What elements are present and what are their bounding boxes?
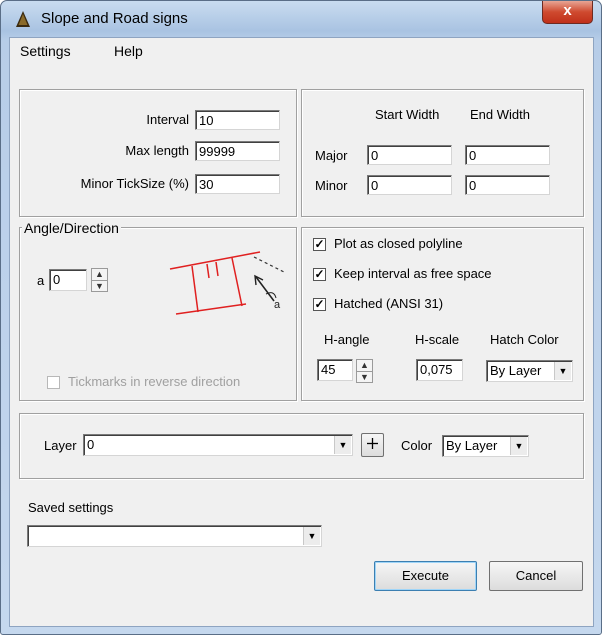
chevron-down-icon[interactable]: ▼ <box>554 362 571 380</box>
execute-button[interactable]: Execute <box>374 561 477 591</box>
reverse-label: Tickmarks in reverse direction <box>68 374 241 389</box>
spin-up-icon[interactable]: ▲ <box>92 269 107 280</box>
saved-settings-select[interactable]: ▼ <box>27 525 322 547</box>
color-value: By Layer <box>446 438 498 453</box>
closed-polyline-label: Plot as closed polyline <box>334 236 463 251</box>
free-space-checkbox[interactable]: ✓ <box>313 268 326 281</box>
menu-bar: Settings Help <box>10 38 593 64</box>
end-width-header: End Width <box>470 107 530 122</box>
closed-polyline-checkbox[interactable]: ✓ <box>313 238 326 251</box>
minortick-input[interactable]: 30 <box>195 174 280 194</box>
hatchcolor-value: By Layer <box>490 363 542 378</box>
title-bar[interactable]: Slope and Road signs x <box>1 1 601 37</box>
angle-group: Angle/Direction a 0 ▲ ▼ a Tickmarks in r… <box>19 220 297 401</box>
options-group: ✓ Plot as closed polyline ✓ Keep interva… <box>301 227 584 401</box>
minor-end-input[interactable]: 0 <box>465 175 550 195</box>
minortick-label: Minor TickSize (%) <box>80 176 189 191</box>
warning-cone-icon <box>16 11 30 27</box>
maxlength-input[interactable]: 99999 <box>195 141 280 161</box>
layer-label: Layer <box>44 438 77 453</box>
hatchcolor-select[interactable]: By Layer ▼ <box>486 360 573 382</box>
menu-settings[interactable]: Settings <box>20 43 71 59</box>
hscale-label: H-scale <box>415 332 460 347</box>
params-group: Interval 10 Max length 99999 Minor TickS… <box>19 89 297 217</box>
dialog-window: Slope and Road signs x Settings Help Int… <box>0 0 602 635</box>
hscale-input[interactable]: 0,075 <box>416 359 463 381</box>
hatched-label: Hatched (ANSI 31) <box>334 296 444 311</box>
angle-a-label: a <box>37 273 45 288</box>
angle-spinner[interactable]: ▲ ▼ <box>91 268 108 292</box>
direction-preview-icon: a <box>169 251 285 315</box>
minor-start-input[interactable]: 0 <box>367 175 452 195</box>
angle-input[interactable]: 0 <box>49 269 87 291</box>
spin-down-icon[interactable]: ▼ <box>92 280 107 292</box>
reverse-checkbox[interactable] <box>47 376 60 389</box>
spin-down-icon[interactable]: ▼ <box>357 371 372 383</box>
pick-layer-button[interactable] <box>361 433 384 457</box>
major-start-input[interactable]: 0 <box>367 145 452 165</box>
hangle-label: H-angle <box>324 332 370 347</box>
layer-select[interactable]: 0 ▼ <box>83 434 353 456</box>
hatched-checkbox[interactable]: ✓ <box>313 298 326 311</box>
minor-label: Minor <box>315 178 348 193</box>
spin-up-icon[interactable]: ▲ <box>357 360 372 371</box>
window-title: Slope and Road signs <box>41 10 188 27</box>
hatchcolor-label: Hatch Color <box>490 332 559 347</box>
color-label: Color <box>401 438 433 453</box>
dialog-client: Settings Help Interval 10 Max length 999… <box>9 37 594 627</box>
free-space-label: Keep interval as free space <box>334 266 492 281</box>
layer-group: Layer 0 ▼ Color By Layer ▼ <box>19 413 584 479</box>
chevron-down-icon[interactable]: ▼ <box>334 436 351 454</box>
color-select[interactable]: By Layer ▼ <box>442 435 529 457</box>
hangle-spinner[interactable]: ▲ ▼ <box>356 359 373 383</box>
interval-input[interactable]: 10 <box>195 110 280 130</box>
layer-value: 0 <box>87 437 95 452</box>
widths-group: Start Width End Width Major 0 0 Minor 0 … <box>301 89 584 217</box>
major-label: Major <box>315 148 348 163</box>
hangle-input[interactable]: 45 <box>317 359 353 381</box>
close-button[interactable]: x <box>542 1 593 24</box>
start-width-header: Start Width <box>375 107 440 122</box>
major-end-input[interactable]: 0 <box>465 145 550 165</box>
maxlength-label: Max length <box>125 143 189 158</box>
crosshair-icon <box>367 438 378 449</box>
saved-settings-label: Saved settings <box>28 500 114 515</box>
angle-group-title: Angle/Direction <box>22 220 121 236</box>
chevron-down-icon[interactable]: ▼ <box>303 527 320 545</box>
cancel-button[interactable]: Cancel <box>489 561 583 591</box>
menu-help[interactable]: Help <box>114 43 143 59</box>
chevron-down-icon[interactable]: ▼ <box>510 437 527 455</box>
preview-a-label: a <box>274 299 281 311</box>
interval-label: Interval <box>146 112 189 127</box>
